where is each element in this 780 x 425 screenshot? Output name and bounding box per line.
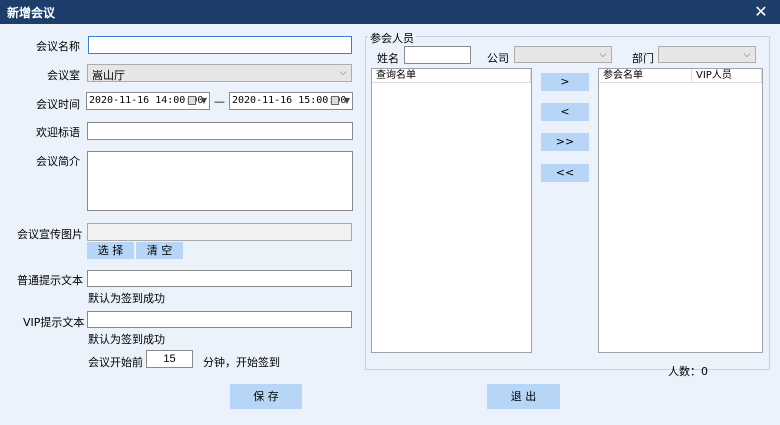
move-right-button[interactable]: > <box>541 73 589 91</box>
exit-button[interactable]: 退 出 <box>487 384 560 409</box>
welcome-input[interactable] <box>87 122 353 140</box>
count-value: 0 <box>701 365 708 378</box>
calendar-icon[interactable] <box>331 96 339 105</box>
normal-tip-label: 普通提示文本 <box>17 274 83 287</box>
chevron-down-icon: ⌵ <box>743 50 751 60</box>
end-time-value: 2020-11-16 15:00:00 <box>232 95 347 106</box>
intro-label: 会议简介 <box>36 155 80 168</box>
close-icon[interactable]: ✕ <box>752 3 770 21</box>
move-all-left-button[interactable]: << <box>541 164 589 182</box>
meeting-room-select[interactable]: 嵩山厅 ⌵ <box>87 64 352 82</box>
attend-list-header[interactable]: 参会名单 <box>599 69 692 83</box>
start-time-value: 2020-11-16 14:00:00 <box>89 95 204 106</box>
search-name-input[interactable] <box>404 46 471 64</box>
meeting-room-label: 会议室 <box>47 69 80 82</box>
checkin-minutes-input[interactable] <box>146 350 193 368</box>
meeting-name-input[interactable] <box>88 36 352 54</box>
start-time-picker[interactable]: 2020-11-16 14:00:00 ▼ <box>86 92 210 110</box>
dropdown-arrow-icon[interactable]: ▼ <box>201 96 207 105</box>
welcome-label: 欢迎标语 <box>36 126 80 139</box>
chevron-down-icon: ⌵ <box>339 68 347 78</box>
query-list-header[interactable]: 查询名单 <box>372 69 531 83</box>
calendar-icon[interactable] <box>188 96 196 105</box>
search-name-label: 姓名 <box>377 52 399 65</box>
meeting-time-label: 会议时间 <box>36 98 80 111</box>
count-label: 人数：0 <box>668 363 708 379</box>
participants-group-title: 参会人员 <box>368 30 416 46</box>
meeting-name-label: 会议名称 <box>36 40 80 53</box>
query-list[interactable]: 查询名单 <box>371 68 532 353</box>
dept-label: 部门 <box>632 52 654 65</box>
save-button[interactable]: 保 存 <box>230 384 302 409</box>
dept-select[interactable]: ⌵ <box>658 46 756 63</box>
company-select[interactable]: ⌵ <box>514 46 612 63</box>
image-path-input <box>87 223 352 241</box>
vip-tip-default: 默认为签到成功 <box>88 333 165 346</box>
vip-tip-label: VIP提示文本 <box>23 316 85 329</box>
move-all-right-button[interactable]: >> <box>541 133 589 151</box>
meeting-room-value: 嵩山厅 <box>92 69 125 82</box>
time-separator: — <box>214 95 225 108</box>
normal-tip-default: 默认为签到成功 <box>88 292 165 305</box>
vip-header[interactable]: VIP人员 <box>692 69 762 83</box>
attend-list[interactable]: 参会名单 VIP人员 <box>598 68 763 353</box>
intro-textarea[interactable] <box>87 151 353 211</box>
image-label: 会议宣传图片 <box>17 228 83 241</box>
clear-image-button[interactable]: 清 空 <box>136 242 183 259</box>
dropdown-arrow-icon[interactable]: ▼ <box>344 96 350 105</box>
chevron-down-icon: ⌵ <box>599 50 607 60</box>
checkin-suffix: 分钟，开始签到 <box>203 356 280 369</box>
normal-tip-input[interactable] <box>87 270 352 287</box>
move-left-button[interactable]: < <box>541 103 589 121</box>
vip-tip-input[interactable] <box>87 311 352 328</box>
company-label: 公司 <box>487 52 509 65</box>
count-label-text: 人数： <box>668 365 701 378</box>
checkin-prefix: 会议开始前 <box>88 356 143 369</box>
end-time-picker[interactable]: 2020-11-16 15:00:00 ▼ <box>229 92 353 110</box>
select-image-button[interactable]: 选 择 <box>87 242 134 259</box>
window-title: 新增会议 <box>7 6 56 20</box>
title-bar: 新增会议 ✕ <box>0 0 780 24</box>
